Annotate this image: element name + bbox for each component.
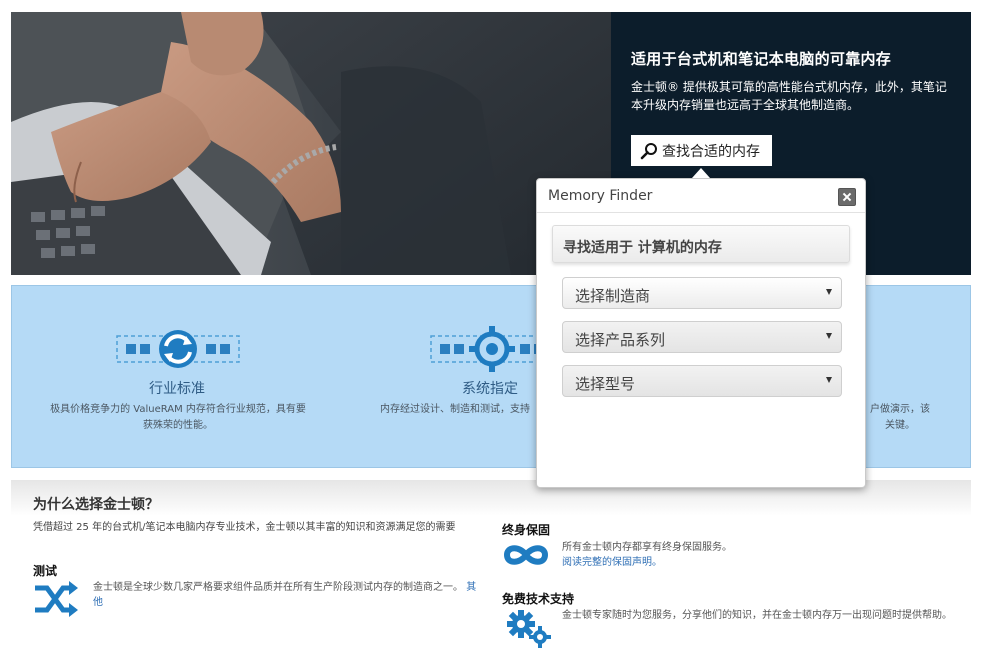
feature-title: 行业标准 xyxy=(149,381,205,397)
popup-pointer xyxy=(692,168,710,178)
hero-text: 适用于台式机和笔记本电脑的可靠内存 金士顿® 提供极其可靠的高性能台式机内存，此… xyxy=(631,50,951,114)
model-select-value: 选择型号 xyxy=(575,375,636,393)
search-icon xyxy=(640,142,657,159)
testing-description-text: 金士顿是全球少数几家严格要求组件品质并在所有生产阶段测试内存的制造商之一。 xyxy=(93,582,463,593)
warranty-description-text: 所有金士顿内存都享有终身保固服务。 xyxy=(562,542,732,553)
support-title: 免费技术支持 xyxy=(502,592,575,606)
feature-description: 户做演示，该关键。 xyxy=(870,404,930,431)
why-title: 为什么选择金士顿？ xyxy=(33,497,159,513)
warranty-statement-link[interactable]: 阅读完整的保固声明。 xyxy=(562,555,862,570)
warranty-title: 终身保固 xyxy=(502,523,551,537)
hero-photo xyxy=(11,12,611,275)
testing-title: 测试 xyxy=(33,564,58,578)
find-memory-button[interactable]: 查找合适的内存 xyxy=(631,135,772,166)
feature-title: 系统指定 xyxy=(462,381,518,397)
gears-icon xyxy=(507,610,551,648)
infinity-icon xyxy=(503,545,549,565)
manufacturer-select[interactable]: 选择制造商 xyxy=(562,277,842,309)
manufacturer-select-value: 选择制造商 xyxy=(575,287,651,305)
close-icon[interactable] xyxy=(838,188,856,206)
finder-heading: 寻找适用于 计算机的内存 xyxy=(552,225,850,263)
memory-finder-popup: Memory Finder 寻找适用于 计算机的内存 选择制造商 选择产品系列 … xyxy=(536,178,866,488)
support-description: 金士顿专家随时为您服务，分享他们的知识，并在金士顿内存万一出现问题时提供帮助。 xyxy=(562,610,952,621)
chevron-down-icon xyxy=(826,289,832,295)
product-line-select-value: 选择产品系列 xyxy=(575,331,666,349)
feature-description: 极具价格竞争力的 ValueRAM 内存符合行业规范，具有要获殊荣的性能。 xyxy=(50,404,306,431)
warranty-description: 所有金士顿内存都享有终身保固服务。 阅读完整的保固声明。 xyxy=(562,540,862,570)
hero-description: 金士顿® 提供极其可靠的高性能台式机内存，此外，其笔记本升级内存销量也远高于全球… xyxy=(631,80,947,112)
hero-title: 适用于台式机和笔记本电脑的可靠内存 xyxy=(631,50,892,68)
why-intro: 凭借超过 25 年的台式机/笔记本电脑内存专业技术，金士顿以其丰富的知识和资源满… xyxy=(33,522,456,533)
product-line-select[interactable]: 选择产品系列 xyxy=(562,321,842,353)
model-select[interactable]: 选择型号 xyxy=(562,365,842,397)
why-kingston-section: 为什么选择金士顿？ 凭借超过 25 年的台式机/笔记本电脑内存专业技术，金士顿以… xyxy=(11,480,971,658)
testing-description: 金士顿是全球少数几家严格要求组件品质并在所有生产阶段测试内存的制造商之一。 其他 xyxy=(93,580,483,610)
find-memory-label: 查找合适的内存 xyxy=(662,143,760,160)
shuffle-icon xyxy=(35,581,78,617)
popup-title: Memory Finder xyxy=(548,188,653,204)
feature-description: 内存经过设计、制造和测试，支持 xyxy=(380,404,530,415)
chevron-down-icon xyxy=(826,377,832,383)
chevron-down-icon xyxy=(826,333,832,339)
finder-heading-text: 寻找适用于 计算机的内存 xyxy=(563,240,722,256)
finder-form: 寻找适用于 计算机的内存 选择制造商 选择产品系列 选择型号 xyxy=(552,225,850,475)
memory-module-sync-icon xyxy=(116,330,240,368)
popup-header: Memory Finder xyxy=(537,179,865,213)
